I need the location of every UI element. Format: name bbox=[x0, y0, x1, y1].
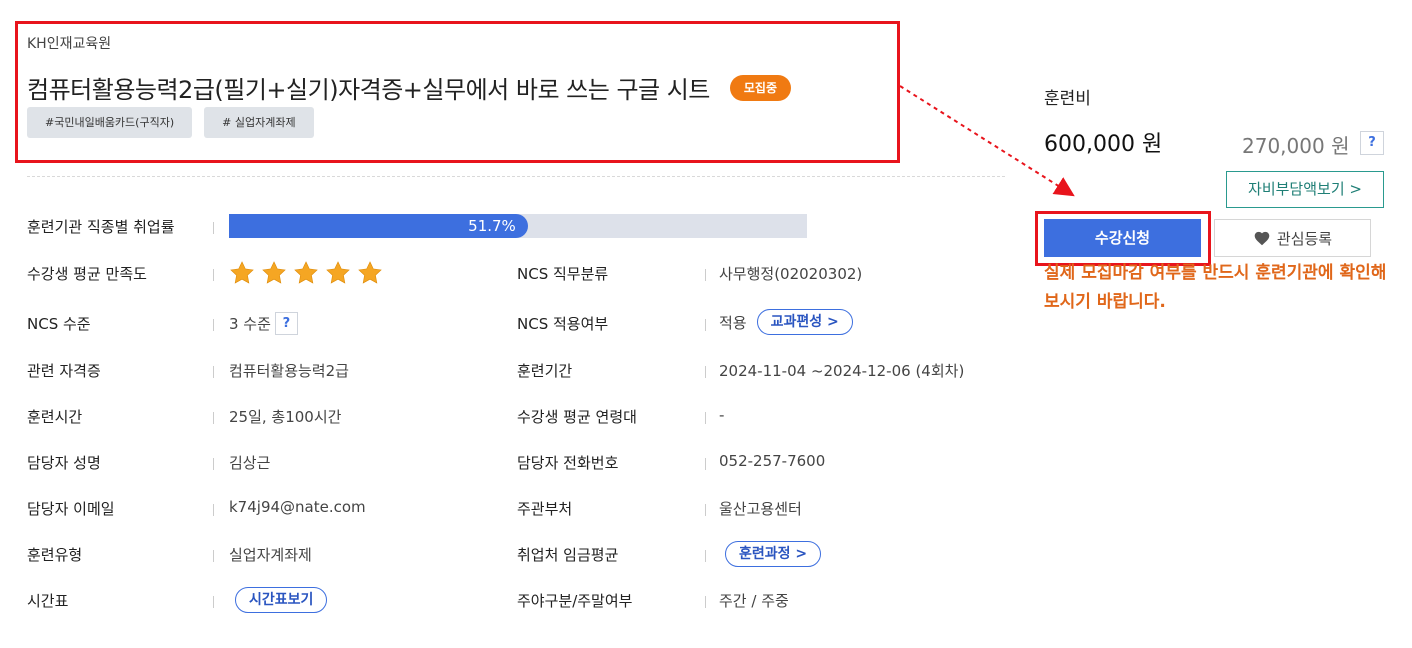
daynight-label: 주야구분/주말여부 bbox=[517, 592, 633, 610]
employment-rate-fill: 51.7% bbox=[229, 214, 528, 238]
daynight-value: 주간 / 주중 bbox=[719, 592, 789, 610]
email-value[interactable]: k74j94@nate.com bbox=[229, 498, 366, 516]
phone-value: 052-257-7600 bbox=[719, 452, 826, 470]
separator bbox=[213, 412, 214, 424]
wage-label: 취업처 임금평균 bbox=[517, 546, 619, 564]
separator bbox=[705, 550, 706, 562]
manager-label: 담당자 성명 bbox=[27, 454, 101, 472]
separator bbox=[705, 596, 706, 608]
dept-value: 울산고용센터 bbox=[719, 500, 802, 518]
course-info-button[interactable]: 훈련과정 > bbox=[725, 541, 822, 567]
separator bbox=[705, 269, 706, 281]
tag-card[interactable]: #국민내일배움카드(구직자) bbox=[27, 107, 193, 138]
fee-help-icon[interactable]: ? bbox=[1360, 131, 1384, 155]
age-label: 수강생 평균 연령대 bbox=[517, 408, 637, 426]
separator bbox=[705, 412, 706, 424]
period-label: 훈련기간 bbox=[517, 362, 573, 380]
separator bbox=[213, 550, 214, 562]
phone-label: 담당자 전화번호 bbox=[517, 454, 619, 472]
ncs-job-label: NCS 직무분류 bbox=[517, 265, 609, 283]
separator bbox=[213, 319, 214, 331]
cert-value: 컴퓨터활용능력2급 bbox=[229, 362, 349, 380]
tag-list: #국민내일배움카드(구직자) # 실업자계좌제 bbox=[27, 107, 314, 138]
separator bbox=[705, 458, 706, 470]
ncs-level-label: NCS 수준 bbox=[27, 315, 91, 333]
separator bbox=[213, 366, 214, 378]
employment-rate-label: 훈련기관 직종별 취업률 bbox=[27, 218, 175, 236]
separator bbox=[705, 504, 706, 516]
manager-value: 김상근 bbox=[229, 454, 271, 472]
curriculum-button[interactable]: 교과편성 > bbox=[756, 309, 853, 335]
star-icon bbox=[294, 261, 318, 284]
ncs-level-value-wrap: 3 수준 ? bbox=[229, 312, 298, 335]
apply-button[interactable]: 수강신청 bbox=[1044, 219, 1201, 257]
selfpay-button[interactable]: 자비부담액보기 > bbox=[1226, 171, 1384, 208]
type-label: 훈련유형 bbox=[27, 546, 83, 564]
star-icon bbox=[230, 261, 254, 284]
schedule-button[interactable]: 시간표보기 bbox=[235, 587, 328, 613]
notice-text: 실제 모집마감 여부를 반드시 훈련기관에 확인해보시기 바랍니다. bbox=[1044, 263, 1387, 312]
fee-original: 600,000 원 bbox=[1044, 132, 1163, 157]
tag-account[interactable]: # 실업자계좌제 bbox=[204, 107, 314, 138]
hours-label: 훈련시간 bbox=[27, 408, 83, 426]
separator bbox=[213, 458, 214, 470]
separator bbox=[213, 504, 214, 516]
title-row: 컴퓨터활용능력2급(필기+실기)자격증+실무에서 바로 쓰는 구글 시트 모집중 bbox=[27, 70, 792, 105]
period-value: 2024-11-04 ~2024-12-06 (4회차) bbox=[719, 362, 965, 380]
ncs-level-value: 3 수준 bbox=[229, 315, 271, 333]
separator bbox=[213, 596, 214, 608]
fee-label: 훈련비 bbox=[1044, 89, 1091, 109]
schedule-value-wrap: 시간표보기 bbox=[235, 587, 328, 613]
heart-icon bbox=[1254, 231, 1270, 246]
status-badge: 모집중 bbox=[729, 74, 792, 101]
type-value: 실업자계좌제 bbox=[229, 546, 312, 564]
wage-value-wrap: 훈련과정 > bbox=[725, 541, 822, 567]
age-value: - bbox=[719, 406, 725, 424]
ncs-level-help-icon[interactable]: ? bbox=[274, 312, 298, 335]
separator bbox=[705, 319, 706, 331]
divider bbox=[27, 176, 1005, 177]
dept-label: 주관부처 bbox=[517, 500, 573, 518]
separator bbox=[213, 222, 214, 234]
email-label: 담당자 이메일 bbox=[27, 500, 115, 518]
employment-rate-value: 51.7% bbox=[468, 217, 516, 235]
satisfaction-label: 수강생 평균 만족도 bbox=[27, 265, 147, 283]
satisfaction-stars bbox=[229, 260, 383, 286]
star-icon bbox=[262, 261, 286, 284]
schedule-label: 시간표 bbox=[27, 592, 69, 610]
wishlist-label: 관심등록 bbox=[1276, 229, 1333, 248]
ncs-apply-label: NCS 적용여부 bbox=[517, 315, 609, 333]
course-title: 컴퓨터활용능력2급(필기+실기)자격증+실무에서 바로 쓰는 구글 시트 bbox=[27, 76, 710, 104]
employment-rate-bar: 51.7% bbox=[229, 214, 807, 238]
ncs-apply-value: 적용 bbox=[719, 313, 747, 332]
separator bbox=[705, 366, 706, 378]
cert-label: 관련 자격증 bbox=[27, 362, 101, 380]
org-name: KH인재교육원 bbox=[27, 36, 112, 52]
separator bbox=[213, 269, 214, 281]
fee-self-pay: 270,000 원 bbox=[1242, 134, 1350, 158]
hours-value: 25일, 총100시간 bbox=[229, 408, 342, 426]
star-icon bbox=[358, 261, 382, 284]
star-icon bbox=[326, 261, 350, 284]
wishlist-button[interactable]: 관심등록 bbox=[1214, 219, 1371, 257]
ncs-job-value: 사무행정(02020302) bbox=[719, 265, 863, 283]
ncs-apply-value-wrap: 적용 교과편성 > bbox=[719, 309, 853, 335]
